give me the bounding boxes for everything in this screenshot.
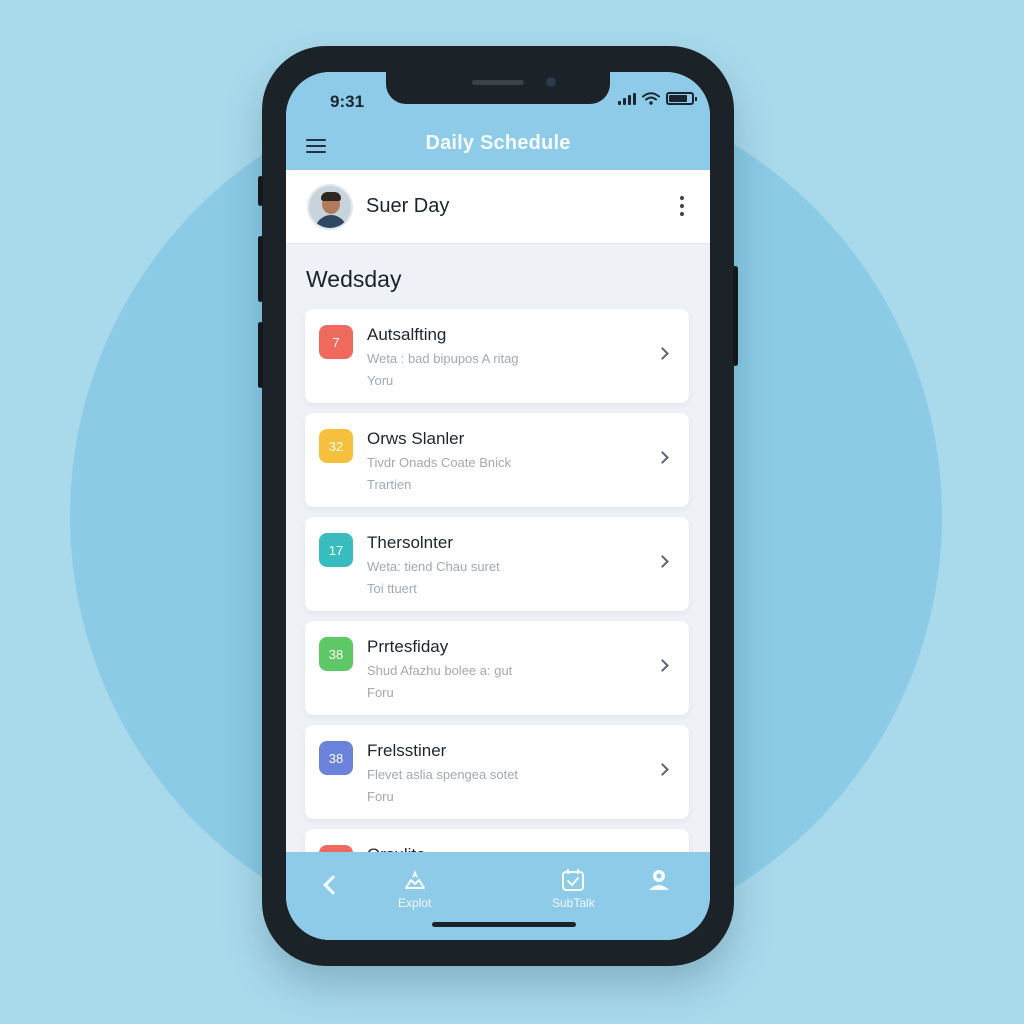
wifi-icon (642, 92, 660, 105)
item-meta: Trartien (367, 477, 412, 492)
volume-up-button (258, 236, 263, 302)
status-icons (618, 92, 697, 105)
item-meta: Yoru (367, 373, 394, 388)
chevron-right-icon (656, 659, 669, 672)
item-subtitle: Shud Afazhu bolee a: gut (367, 663, 513, 678)
item-title: Frelsstiner (367, 741, 447, 760)
mute-switch (258, 176, 263, 206)
app-bar: Daily Schedule (286, 132, 710, 172)
item-subtitle: Tivdr Onads Coate Bnick (367, 455, 512, 470)
item-title: Thersolnter (367, 533, 453, 552)
chevron-right-icon (656, 451, 669, 464)
date-badge: 7 (319, 325, 353, 359)
day-heading: Wedsday (306, 266, 402, 292)
user-header: Suer Day (286, 170, 710, 244)
compass-icon (404, 870, 425, 889)
chevron-right-icon (656, 763, 669, 776)
schedule-item[interactable]: 7 Autsalfting Weta : bad bipupos A ritag… (305, 309, 689, 403)
item-subtitle: Weta : bad bipupos A ritag (367, 351, 519, 366)
home-indicator[interactable] (432, 922, 576, 927)
avatar[interactable] (307, 184, 353, 230)
user-name: Suer Day (366, 195, 450, 217)
schedule-item[interactable]: 38 Frelsstiner Flevet aslia spengea sote… (305, 725, 689, 819)
item-meta: Toi ttuert (367, 581, 417, 596)
item-title: Autsalfting (367, 325, 447, 344)
phone-screen: 9:31 Daily Schedule Suer Day Wedsday 7 A… (286, 72, 710, 940)
user-icon (649, 870, 669, 890)
nav-profile[interactable] (646, 868, 672, 892)
chevron-left-icon[interactable] (323, 875, 343, 895)
nav-subtask[interactable]: SubTalk (552, 868, 595, 910)
notch (386, 72, 610, 104)
item-subtitle: Weta: tiend Chau suret (367, 559, 500, 574)
battery-icon (666, 92, 697, 105)
schedule-list: 7 Autsalfting Weta : bad bipupos A ritag… (305, 309, 689, 933)
chevron-right-icon (656, 555, 669, 568)
date-badge: 32 (319, 429, 353, 463)
schedule-item[interactable]: 38 Prrtesfiday Shud Afazhu bolee a: gut … (305, 621, 689, 715)
item-meta: Foru (367, 789, 394, 804)
item-title: Prrtesfiday (367, 637, 449, 656)
date-badge: 17 (319, 533, 353, 567)
speaker (472, 80, 524, 85)
more-vertical-icon[interactable] (680, 196, 684, 216)
signal-icon (618, 92, 636, 105)
item-subtitle: Flevet aslia spengea sotet (367, 767, 519, 782)
nav-subtask-label: SubTalk (552, 896, 595, 910)
item-title: Orws Slanler (367, 429, 465, 448)
status-time: 9:31 (330, 92, 365, 111)
item-meta: Foru (367, 685, 394, 700)
power-button (733, 266, 738, 366)
status-bar: 9:31 (286, 72, 710, 132)
schedule-item[interactable]: 17 Thersolnter Weta: tiend Chau suret To… (305, 517, 689, 611)
volume-down-button (258, 322, 263, 388)
schedule-item[interactable]: 32 Orws Slanler Tivdr Onads Coate Bnick … (305, 413, 689, 507)
nav-explore[interactable]: Explot (398, 868, 431, 910)
chevron-right-icon (656, 347, 669, 360)
front-camera (546, 77, 556, 87)
date-badge: 38 (319, 741, 353, 775)
nav-explore-label: Explot (398, 896, 432, 910)
calendar-check-icon (562, 869, 585, 891)
page-title: Daily Schedule (425, 132, 571, 154)
date-badge: 38 (319, 637, 353, 671)
